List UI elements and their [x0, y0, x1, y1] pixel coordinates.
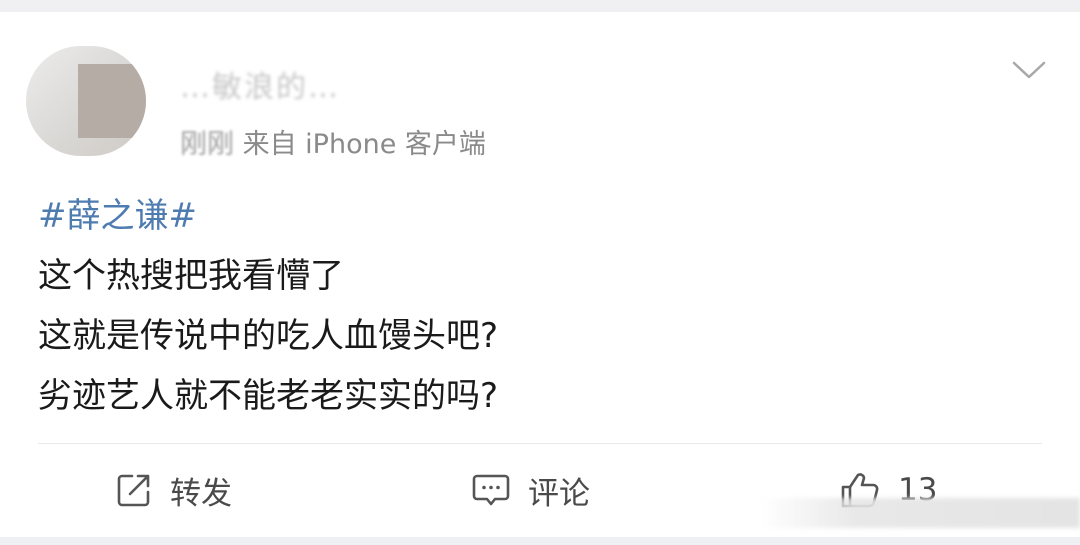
- hashtag-link[interactable]: #薛之谦#: [38, 186, 498, 246]
- watermark: [760, 498, 1080, 528]
- comment-icon: [472, 474, 510, 506]
- divider: [38, 443, 1042, 444]
- post-time: 刚刚: [180, 129, 234, 160]
- post-meta: 刚刚 来自 iPhone 客户端: [180, 122, 486, 161]
- username[interactable]: …敏浪的…: [180, 62, 340, 106]
- avatar-mosaic: [78, 64, 146, 138]
- post-body: #薛之谦# 这个热搜把我看懵了 这就是传说中的吃人血馒头吧? 劣迹艺人就不能老老…: [38, 186, 498, 426]
- post-line: 劣迹艺人就不能老老实实的吗?: [38, 376, 499, 416]
- avatar[interactable]: [26, 46, 146, 156]
- repost-label: 转发: [170, 475, 232, 512]
- comment-label: 评论: [528, 475, 590, 512]
- share-icon: [117, 474, 150, 507]
- repost-button[interactable]: 转发: [116, 466, 232, 514]
- post-line: 这个热搜把我看懵了: [38, 256, 344, 296]
- post-source: 来自 iPhone 客户端: [242, 129, 486, 160]
- bottom-strip: [0, 537, 1080, 545]
- chevron-down-icon[interactable]: [1012, 58, 1046, 82]
- comment-button[interactable]: 评论: [472, 466, 590, 514]
- post-line: 这就是传说中的吃人血馒头吧?: [38, 316, 499, 356]
- top-strip: [0, 0, 1080, 12]
